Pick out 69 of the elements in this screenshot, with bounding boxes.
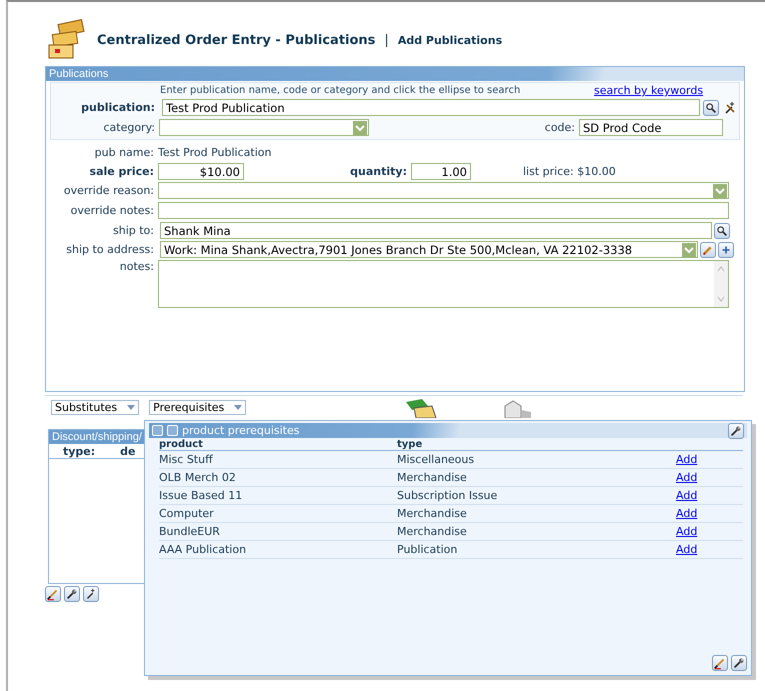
field-label: publication: [80, 101, 156, 114]
add-link[interactable]: Add [676, 489, 698, 502]
add-link[interactable]: Add [676, 543, 698, 556]
scrollbar-icon[interactable] [714, 261, 728, 307]
column-header: product [159, 438, 203, 450]
override-reason-select[interactable] [158, 182, 729, 199]
search-by-keywords-link[interactable]: search by keywords [594, 84, 704, 97]
table-cell: Publication [397, 543, 458, 556]
column-header: type [397, 438, 422, 450]
minimize-icon[interactable] [167, 425, 178, 436]
field-label: category: [102, 121, 156, 134]
page-title: Centralized Order Entry - Publications [97, 32, 376, 48]
table-cell: Issue Based 11 [159, 489, 242, 502]
field-label: notes: [118, 260, 155, 273]
search-icon[interactable] [703, 100, 719, 116]
brush-icon[interactable] [712, 655, 728, 671]
field-label: code: [544, 121, 576, 134]
table-cell: Computer [159, 507, 214, 520]
dropdown-icon[interactable] [682, 242, 696, 256]
code-field[interactable]: SD Prod Code [579, 119, 723, 136]
table-cell: Misc Stuff [159, 453, 213, 466]
add-link[interactable]: Add [676, 471, 698, 484]
panel-header: Discount/shipping/ [49, 430, 144, 444]
field-label: quantity: [349, 165, 408, 178]
wrench-icon[interactable] [731, 655, 747, 671]
add-link[interactable]: Add [676, 507, 698, 520]
field-label: override notes: [70, 204, 155, 217]
pub-name-value: Test Prod Publication [158, 146, 272, 158]
table-cell: BundleEUR [159, 525, 220, 538]
window-icon[interactable] [152, 425, 163, 436]
column-header: type: [63, 444, 96, 458]
add-icon[interactable] [718, 242, 734, 258]
ship-to-field[interactable]: Shank Mina [160, 222, 712, 239]
table-cell: Merchandise [397, 507, 467, 520]
add-link[interactable]: Add [676, 453, 698, 466]
table-cell: AAA Publication [159, 543, 246, 556]
table-cell: Merchandise [397, 525, 467, 538]
search-hint: Enter publication name, code or category and click the ellipse to search [160, 85, 522, 96]
dropdown[interactable]: Prerequisites [149, 400, 246, 414]
sale-price-field[interactable]: $10.00 [158, 163, 244, 180]
list-price-text: list price: $10.00 [523, 165, 616, 178]
wrench-icon[interactable] [728, 422, 744, 438]
wrench-icon[interactable] [64, 586, 80, 602]
popup-title: product prerequisites [182, 424, 300, 437]
publication-field[interactable]: Test Prod Publication [162, 99, 700, 116]
table-cell: Subscription Issue [397, 489, 498, 502]
field-label: sale price: [88, 165, 155, 178]
page-subtitle: Add Publications [398, 34, 502, 46]
table-cell: OLB Merch 02 [159, 471, 236, 484]
title-separator: | [384, 32, 389, 48]
field-label: pub name: [94, 146, 155, 158]
field-label: override reason: [62, 184, 155, 197]
category-select[interactable] [159, 119, 369, 136]
ship-to-address-select[interactable]: Work: Mina Shank,Avectra,7901 Jones Branch Dr Ste 500,Mclean, VA 22102-3338 [160, 241, 698, 258]
table-cell: Merchandise [397, 471, 467, 484]
field-label: ship to: [112, 224, 155, 237]
column-header: de [120, 444, 136, 458]
dropdown[interactable]: Substitutes [51, 400, 140, 414]
add-link[interactable]: Add [676, 525, 698, 538]
dropdown-icon[interactable] [353, 120, 367, 134]
table-cell: Miscellaneous [397, 453, 474, 466]
wand-icon[interactable] [83, 586, 99, 602]
override-notes-field[interactable] [158, 202, 729, 219]
brush-icon[interactable] [45, 586, 61, 602]
field-label: ship to address: [65, 243, 155, 256]
panel-header: Publications [46, 67, 744, 81]
search-icon[interactable] [714, 222, 730, 238]
quantity-field[interactable]: 1.00 [411, 163, 471, 180]
dropdown-icon[interactable] [713, 184, 727, 198]
